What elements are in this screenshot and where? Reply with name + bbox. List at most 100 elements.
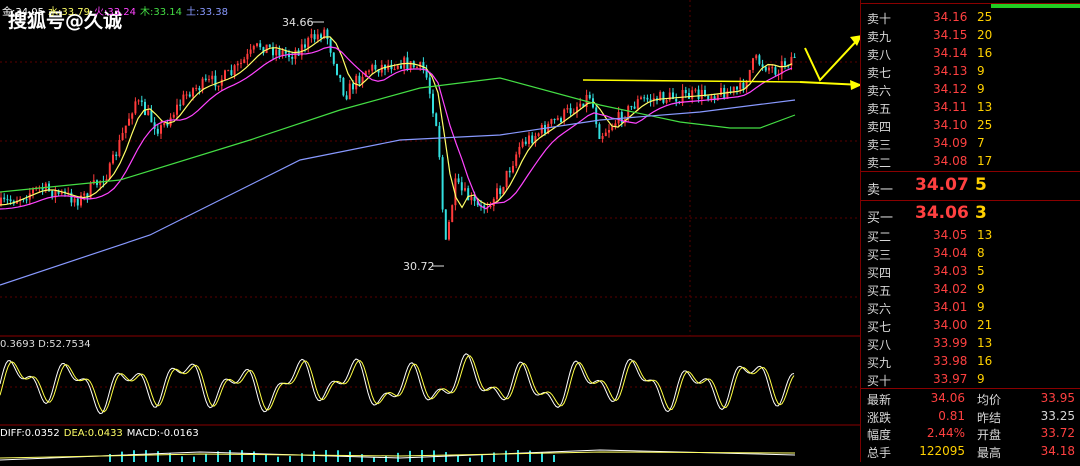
quote-label: 总手 [867,445,892,460]
candle-body [400,65,402,69]
buy-level-volume: 13 [977,336,993,350]
candle-body [457,178,460,183]
buy-level-price: 34.01 [933,300,968,314]
candle-body [32,189,34,194]
candle-body [121,132,124,141]
candle-body [329,39,332,53]
quote-value: 0.81 [938,408,965,423]
buy-level-label: 买六 [867,302,892,316]
candle-body [633,106,636,109]
candle-body [371,64,374,71]
candle-body [774,67,777,75]
sell-level-price: 34.11 [933,100,968,114]
sell-level-price: 34.16 [933,10,968,24]
candle-body [505,170,508,187]
sell-level-row: 卖六 34.12 9 [861,81,1080,99]
candle-body [524,141,527,144]
macd-value-1: DEA:0.0433 [63,428,123,439]
high-price-label: 34.66 [282,16,314,29]
candle-body [112,154,114,164]
sell-level-volume: 17 [977,154,993,168]
sell-level-label: 卖十 [867,12,892,26]
candle-body [544,124,546,134]
oscillator-d-line [0,355,795,413]
buy-level-label: 买三 [867,248,892,262]
buy-level-label: 买四 [867,266,892,280]
candle-body [83,193,86,196]
arrowhead [850,35,862,46]
candle-body [73,198,76,203]
candle-body [358,75,361,84]
sell-level-label: 卖八 [867,48,892,62]
candle-body [252,45,255,50]
macd-value-0: DIFF:0.0352 [0,428,60,439]
candle-body [275,49,278,56]
candle-body [707,96,710,100]
ma-value-2: 火:33.24 [94,7,136,18]
candle-body [694,89,697,91]
sell-level-label: 卖九 [867,30,892,44]
arrowhead [850,80,862,90]
candle-body [732,86,735,92]
sell-level-label: 卖五 [867,102,892,116]
buy-level-row: 买十 33.97 9 [861,371,1080,389]
sell-level-row: 卖七 34.13 9 [861,63,1080,81]
macd-legend: DIFF:0.0352 DEA:0.0433 MACD:-0.0163 [0,428,203,439]
candle-body [441,157,444,210]
quote-label: 昨结 [977,410,1002,425]
sell-level-label: 卖六 [867,84,892,98]
quote-value: 33.72 [1040,426,1075,440]
candle-body [512,165,514,173]
candle-body [451,205,454,222]
candle-body [268,44,271,48]
buy-level-row: 买七 34.00 21 [861,317,1080,335]
candle-body [409,61,412,70]
buy-level-label: 买九 [867,356,892,370]
sell-one-row: 卖一 34.07 5 [861,175,1080,198]
candle-body [416,67,418,69]
candle-body [611,126,614,131]
candle-body [233,65,236,76]
candle-body [604,132,607,137]
candle-body [643,97,646,99]
candle-body [25,199,28,201]
candle-body [144,101,146,115]
quote-value: 2.44% [926,426,965,440]
sell-level-volume: 25 [977,10,993,24]
sell-level-volume: 20 [977,28,993,42]
quote-label: 最新 [867,393,892,407]
candle-body [531,135,534,143]
candle-body [438,125,441,158]
candle-body [784,61,786,66]
candle-body [137,100,140,102]
candle-body [150,110,153,123]
buy-level-row: 买二 34.05 13 [861,227,1080,245]
quote-label: 均价 [977,393,1002,407]
candle-body [793,56,796,58]
buy-level-price: 34.00 [933,318,968,332]
candle-body [256,43,258,46]
candle-body [313,34,316,40]
candle-body [342,77,345,96]
candle-body [748,69,751,82]
candle-body [182,94,185,105]
quote-label: 最高 [977,445,1002,460]
candlestick-chart[interactable]: 34.66 30.72 [0,0,863,462]
candle-body [646,97,649,100]
candle-body [422,62,425,70]
candle-body [188,94,191,97]
up-arrow [804,34,863,82]
candle-body [208,79,210,81]
candle-body [598,124,601,139]
candle-body [464,188,466,191]
quote-item: 最高 34.18 [977,444,1075,462]
buy-level-volume: 16 [977,354,993,368]
candle-body [307,37,310,48]
candle-body [640,97,642,100]
candle-body [220,79,223,86]
buy-level-label: 买五 [867,284,892,298]
candle-body [230,70,233,76]
candle-body [160,125,162,134]
sell-level-volume: 9 [977,64,985,78]
candle-body [460,182,463,191]
